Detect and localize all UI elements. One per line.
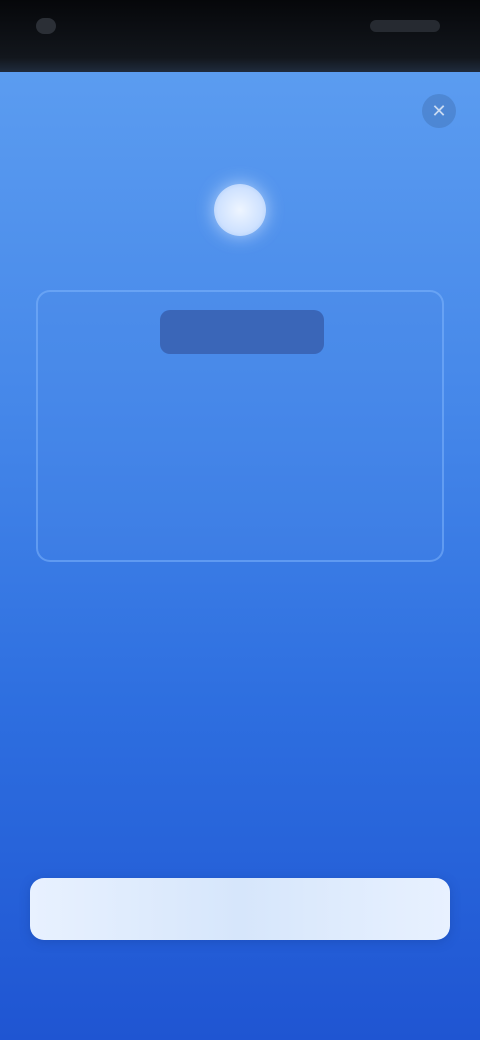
close-icon[interactable]: ✕ [422, 94, 456, 128]
secondary-link[interactable] [150, 1016, 330, 1040]
app-logo-icon [214, 184, 266, 236]
status-bar [0, 0, 480, 72]
plan-badge [160, 310, 324, 354]
subscription-screen: ✕ [0, 72, 480, 1040]
plan-card[interactable] [36, 290, 444, 562]
status-system-icons [370, 20, 440, 32]
status-app-icon [36, 18, 56, 34]
subscribe-button[interactable] [30, 878, 450, 940]
